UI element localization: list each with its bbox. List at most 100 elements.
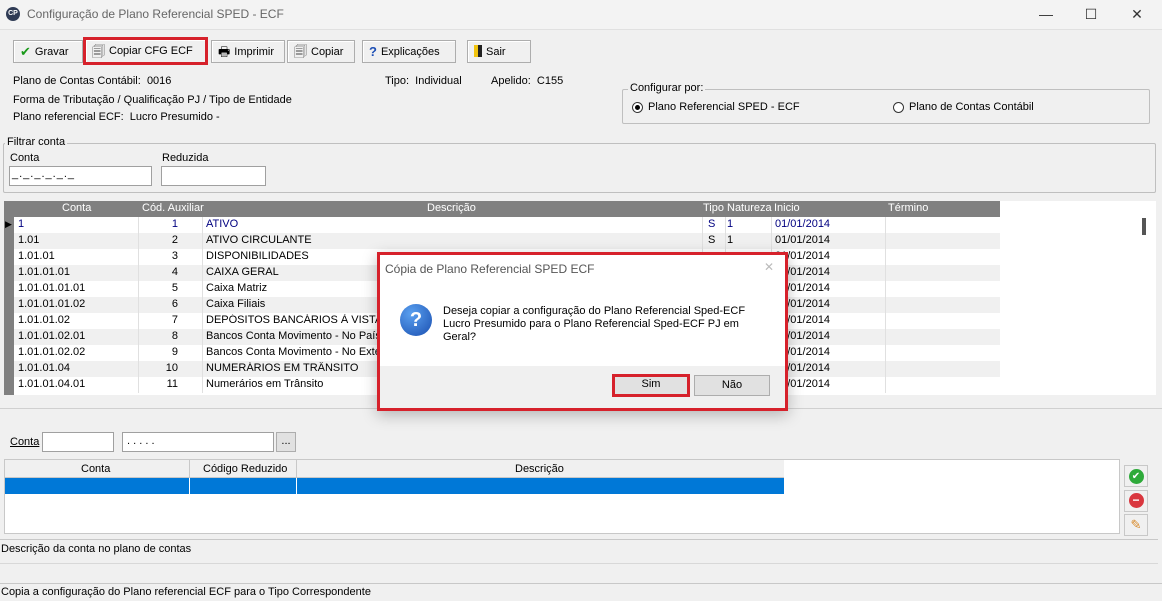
lower-grid-header: Conta Código Reduzido Descrição: [5, 460, 784, 478]
copiar-button[interactable]: 🗐 Copiar: [287, 40, 355, 63]
grid-scrollbar-thumb[interactable]: [1142, 218, 1146, 235]
radio-plano-referencial-label: Plano Referencial SPED - ECF: [648, 101, 800, 113]
forma-tributacao-label: Forma de Tributação / Qualificação PJ / …: [13, 94, 292, 106]
question-icon: ?: [400, 304, 432, 336]
window-title: Configuração de Plano Referencial SPED -…: [27, 7, 284, 21]
minimize-button[interactable]: —: [1023, 0, 1069, 30]
cell-cod-auxiliar: 10: [165, 362, 178, 374]
cell-conta: 1.01.01.04: [18, 362, 70, 374]
cell-conta: 1.01.01.02: [18, 314, 70, 326]
grid-row[interactable]: 1.01 2 ATIVO CIRCULANTE S 1 01/01/2014: [4, 233, 1000, 249]
filtro-reduzida-input[interactable]: [161, 166, 266, 186]
plano-contas-info: Plano de Contas Contábil: 0016: [13, 75, 171, 87]
cell-inicio: 01/01/2014: [775, 218, 831, 230]
cell-inicio: 01/01/2014: [775, 282, 831, 294]
confirm-copy-dialog: Cópia de Plano Referencial SPED ECF ✕ ? …: [377, 252, 788, 411]
clear-button[interactable]: ✎: [1124, 514, 1148, 536]
cell-inicio: 01/01/2014: [775, 314, 831, 326]
cell-cod-auxiliar: 2: [171, 234, 178, 246]
cell-inicio: 01/01/2014: [775, 298, 831, 310]
cell-natureza: 1: [727, 234, 734, 246]
cell-descricao: ATIVO CIRCULANTE: [206, 234, 312, 246]
close-button[interactable]: ✕: [1114, 0, 1160, 30]
cell-natureza: 1: [727, 218, 734, 230]
dialog-no-button[interactable]: Não: [694, 375, 770, 396]
radio-plano-contas[interactable]: Plano de Contas Contábil: [893, 101, 1034, 113]
copiar-label: Copiar: [311, 45, 344, 58]
dialog-message-line-1: Deseja copiar a configuração do Plano Re…: [443, 305, 746, 317]
row-indicator-column: ▶: [4, 217, 14, 395]
confirm-button[interactable]: ✔: [1124, 465, 1148, 487]
cell-descricao: ATIVO: [206, 218, 239, 230]
printer-icon: 🖶: [218, 44, 231, 59]
title-bar: CP Configuração de Plano Referencial SPE…: [0, 0, 1162, 30]
cell-conta: 1: [18, 218, 25, 230]
lower-header-codigo-reduzido: Código Reduzido: [203, 463, 288, 475]
cell-tipo: S: [708, 218, 716, 230]
plano-referencial-info: Plano referencial ECF: Lucro Presumido -: [13, 111, 220, 123]
imprimir-button[interactable]: 🖶 Imprimir: [211, 40, 285, 63]
cell-inicio: 01/01/2014: [775, 266, 831, 278]
lower-conta-label: Conta: [10, 436, 40, 448]
lower-conta-description-input[interactable]: . . . . .: [122, 432, 274, 452]
radio-plano-contas-label: Plano de Contas Contábil: [909, 101, 1034, 113]
status-bar: Copia a configuração do Plano referencia…: [0, 583, 1162, 601]
confirm-check-icon: ✔: [1128, 469, 1144, 484]
cell-cod-auxiliar: 5: [171, 282, 178, 294]
dialog-title: Cópia de Plano Referencial SPED ECF: [385, 262, 595, 276]
cell-tipo: S: [708, 234, 716, 246]
dialog-body: ? Deseja copiar a configuração do Plano …: [380, 282, 785, 366]
remove-button[interactable]: −: [1124, 490, 1148, 512]
plano-referencial-value: Lucro Presumido -: [129, 111, 220, 123]
descricao-status-text: Descrição da conta no plano de contas: [1, 543, 192, 555]
apelido-value: C155: [536, 75, 564, 87]
cell-inicio: 01/01/2014: [775, 378, 831, 390]
sair-button[interactable]: Sair: [467, 40, 531, 63]
dialog-titlebar: Cópia de Plano Referencial SPED ECF ✕: [380, 255, 785, 282]
apelido-label: Apelido:: [491, 75, 531, 87]
grid-header: Conta Cód. Auxiliar Descrição Tipo Natur…: [4, 201, 1000, 217]
grid-row[interactable]: 1 1 ATIVO S 1 01/01/2014: [4, 217, 1000, 233]
cell-cod-auxiliar: 4: [171, 266, 178, 278]
lower-grid-selected-row[interactable]: [5, 478, 784, 494]
header-conta: Conta: [62, 202, 92, 214]
lower-conta-input[interactable]: [42, 432, 114, 452]
cell-conta: 1.01.01.01.01: [18, 282, 86, 294]
cell-conta: 1.01.01.02.01: [18, 330, 86, 342]
cell-cod-auxiliar: 8: [171, 330, 178, 342]
cell-cod-auxiliar: 11: [166, 378, 178, 390]
copy-document-icon: 🗐: [92, 43, 105, 59]
conta-contabil-grid[interactable]: Conta Código Reduzido Descrição: [4, 459, 1120, 534]
apelido-info: Apelido: C155: [491, 75, 563, 87]
lower-header-conta: Conta: [81, 463, 111, 475]
dialog-message-line-2: Lucro Presumido para o Plano Referencial…: [443, 318, 739, 330]
gravar-label: Gravar: [34, 45, 69, 58]
browse-button[interactable]: ...: [276, 432, 296, 452]
filtrar-conta-legend: Filtrar conta: [5, 136, 68, 148]
cell-cod-auxiliar: 3: [171, 250, 178, 262]
copy-icon: 🗐: [294, 44, 307, 59]
status-hint-text: Copia a configuração do Plano referencia…: [1, 586, 371, 598]
dialog-message-line-3: Geral?: [443, 331, 477, 343]
grid-empty-area: [1000, 201, 1156, 395]
explicacoes-button[interactable]: ? Explicações: [362, 40, 456, 63]
checkmark-icon: ✔: [20, 44, 31, 59]
status-spacer: [0, 563, 1158, 579]
cell-inicio: 01/01/2014: [775, 250, 831, 262]
filtro-conta-input[interactable]: _._._._._._: [9, 166, 152, 186]
eraser-icon: ✎: [1130, 517, 1142, 532]
current-row-arrow-icon: ▶: [5, 219, 12, 229]
plano-contas-label: Plano de Contas Contábil:: [13, 75, 141, 87]
dialog-yes-button[interactable]: Sim: [612, 374, 690, 397]
maximize-button[interactable]: ☐: [1068, 0, 1114, 30]
gravar-button[interactable]: ✔ Gravar: [13, 40, 83, 63]
help-question-icon: ?: [369, 44, 377, 59]
radio-plano-referencial[interactable]: Plano Referencial SPED - ECF: [632, 101, 800, 113]
plano-contas-value: 0016: [146, 75, 172, 87]
cell-cod-auxiliar: 9: [171, 346, 178, 358]
tipo-value: Individual: [415, 75, 462, 87]
dialog-close-button[interactable]: ✕: [764, 260, 774, 274]
cell-conta: 1.01: [18, 234, 40, 246]
cell-conta: 1.01.01: [18, 250, 55, 262]
copiar-cfg-ecf-button[interactable]: 🗐 Copiar CFG ECF: [83, 37, 208, 65]
